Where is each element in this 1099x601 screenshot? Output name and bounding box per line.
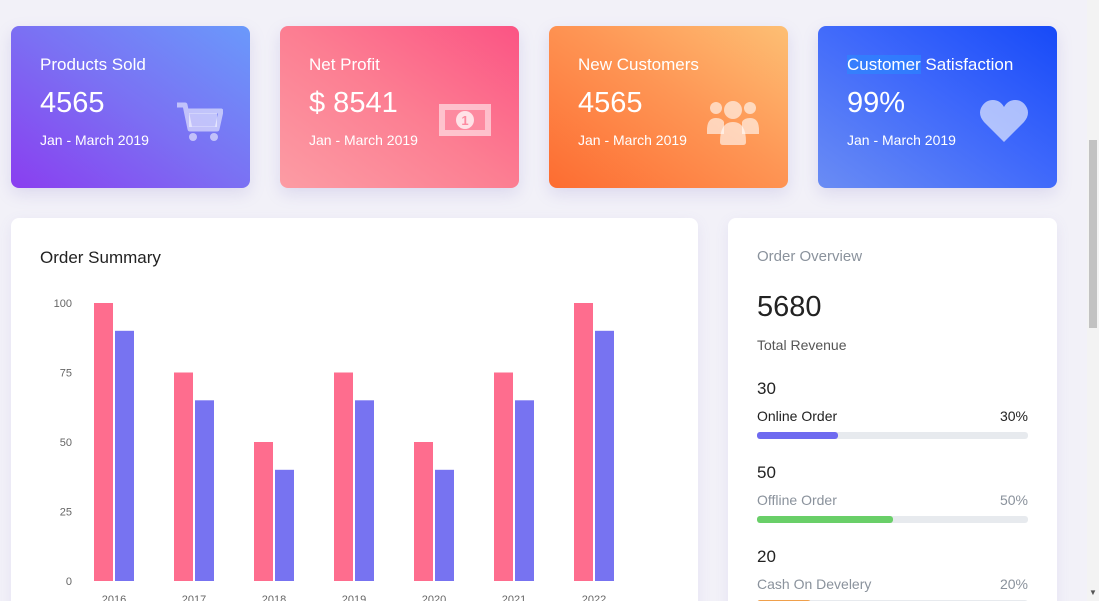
- x-tick-label: 2017: [182, 594, 206, 601]
- bar-2017-series-1[interactable]: [174, 372, 193, 582]
- bar-2021-series-1[interactable]: [494, 372, 513, 582]
- card-title: Customer Satisfaction: [847, 55, 1013, 75]
- bar-2019-series-1[interactable]: [334, 372, 353, 582]
- total-revenue-label: Total Revenue: [757, 337, 847, 353]
- y-tick-label: 50: [60, 437, 72, 449]
- bar-2020-series-2[interactable]: [435, 469, 454, 581]
- progress-bar: [757, 516, 1028, 523]
- new-customers-card[interactable]: New Customers 4565 Jan - March 2019: [549, 26, 788, 188]
- x-tick-label: 2019: [342, 594, 366, 601]
- bar-2016-series-2[interactable]: [115, 330, 134, 581]
- card-value: $ 8541: [309, 87, 398, 119]
- card-title-rest: Satisfaction: [920, 55, 1014, 74]
- net-profit-card[interactable]: Net Profit $ 8541 Jan - March 2019 1: [280, 26, 519, 188]
- bar-2021-series-2[interactable]: [515, 400, 534, 581]
- svg-text:1: 1: [461, 113, 468, 128]
- item-count: 30: [757, 379, 776, 398]
- item-count: 20: [757, 547, 776, 566]
- order-overview-panel: Order Overview 5680 Total Revenue 30 Onl…: [728, 218, 1057, 601]
- card-period: Jan - March 2019: [578, 132, 687, 148]
- products-sold-card[interactable]: Products Sold 4565 Jan - March 2019: [11, 26, 250, 188]
- overview-item-online: 30 Online Order 30%: [757, 379, 1028, 439]
- bar-2018-series-2[interactable]: [275, 469, 294, 581]
- bar-2022-series-2[interactable]: [595, 330, 614, 581]
- cart-icon: [177, 102, 223, 141]
- y-tick-label: 100: [54, 298, 72, 310]
- x-tick-label: 2022: [582, 594, 606, 601]
- dashboard-page: Products Sold 4565 Jan - March 2019 Net …: [0, 0, 1087, 601]
- x-tick-label: 2018: [262, 594, 286, 601]
- card-value: 4565: [578, 87, 643, 119]
- y-tick-label: 25: [60, 507, 72, 519]
- card-title: Products Sold: [40, 55, 146, 74]
- item-label: Offline Order: [757, 492, 837, 508]
- vertical-scrollbar[interactable]: ▼: [1087, 0, 1099, 601]
- progress-fill: [757, 432, 839, 439]
- selected-text: Customer: [847, 55, 921, 74]
- panel-title: Order Overview: [757, 248, 863, 265]
- x-tick-label: 2016: [102, 594, 126, 601]
- item-percent: 20%: [999, 576, 1028, 592]
- scroll-down-arrow-icon[interactable]: ▼: [1089, 588, 1097, 597]
- item-percent: 50%: [999, 492, 1028, 508]
- scrollbar-thumb[interactable]: [1089, 140, 1097, 328]
- y-tick-label: 0: [66, 576, 72, 588]
- card-value: 99%: [847, 87, 906, 119]
- customer-satisfaction-card[interactable]: Customer Satisfaction 99% Jan - March 20…: [818, 26, 1057, 188]
- card-title: New Customers: [578, 55, 699, 74]
- heart-icon: [980, 100, 1028, 142]
- y-tick-label: 75: [60, 368, 72, 380]
- users-icon: [707, 101, 759, 145]
- card-period: Jan - March 2019: [40, 132, 149, 148]
- bar-2017-series-2[interactable]: [195, 400, 214, 581]
- card-title: Net Profit: [309, 55, 380, 74]
- money-icon: 1: [439, 104, 491, 136]
- item-label: Online Order: [757, 408, 838, 424]
- bar-2016-series-1[interactable]: [94, 303, 113, 581]
- progress-bar: [757, 432, 1028, 439]
- bar-2022-series-1[interactable]: [574, 303, 593, 581]
- item-count: 50: [757, 463, 776, 482]
- order-summary-chart: 0 25 50 75 100 2016 2017 2018 2019 2020 2021 2022: [54, 298, 614, 601]
- overview-item-offline: 50 Offline Order 50%: [757, 463, 1028, 523]
- bar-2020-series-1[interactable]: [414, 442, 433, 581]
- x-tick-label: 2020: [422, 594, 446, 601]
- order-summary-panel: Order Summary 0 25 50 75 100 2016 2017 2018 2019…: [11, 218, 698, 601]
- item-label: Cash On Develery: [757, 576, 872, 592]
- overview-item-cash: 20 Cash On Develery 20%: [757, 547, 1028, 601]
- bar-2018-series-1[interactable]: [254, 442, 273, 581]
- card-period: Jan - March 2019: [309, 132, 418, 148]
- x-tick-label: 2021: [502, 594, 526, 601]
- total-revenue-value: 5680: [757, 291, 822, 323]
- card-period: Jan - March 2019: [847, 132, 956, 148]
- item-percent: 30%: [999, 408, 1028, 424]
- card-value: 4565: [40, 87, 105, 119]
- bar-2019-series-2[interactable]: [355, 400, 374, 581]
- progress-fill: [757, 516, 893, 523]
